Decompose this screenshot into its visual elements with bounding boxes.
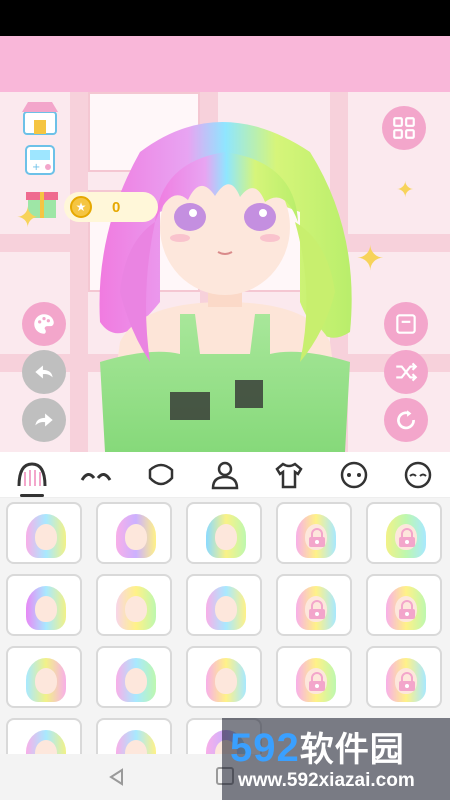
lock-icon — [309, 528, 325, 547]
tab-accessory[interactable] — [398, 457, 438, 493]
redo-arrow-icon — [35, 413, 53, 427]
face-preview — [215, 524, 237, 550]
palette-button[interactable] — [22, 302, 66, 346]
save-icon — [396, 314, 416, 334]
lock-icon — [399, 672, 415, 691]
undo-button[interactable] — [22, 350, 66, 394]
watermark: 592软件园 www.592xiazai.com — [222, 718, 450, 800]
character-stage: ★ 0 + ✦ ✦ ✦ — [0, 92, 450, 452]
reset-icon — [397, 410, 415, 430]
face-preview — [215, 668, 237, 694]
svg-text:+: + — [32, 162, 40, 173]
coin-amount: 0 — [112, 198, 121, 216]
person-icon — [211, 461, 239, 489]
hairstyle-item[interactable] — [186, 646, 262, 708]
tab-eyebrows[interactable] — [76, 457, 116, 493]
face-expression-icon — [340, 461, 367, 488]
hairstyle-item[interactable] — [96, 718, 172, 754]
hairstyle-item[interactable] — [276, 646, 352, 708]
sparkle-icon: ✦ — [396, 178, 415, 203]
tab-face-shape[interactable] — [141, 457, 181, 493]
face-blush-icon — [404, 461, 432, 488]
hairstyle-item[interactable] — [366, 646, 442, 708]
tab-hair[interactable] — [12, 457, 52, 497]
save-button[interactable] — [384, 302, 428, 346]
hairstyle-item[interactable] — [366, 502, 442, 564]
hairstyle-item[interactable] — [96, 646, 172, 708]
eyebrows-icon — [81, 472, 112, 481]
hairstyle-item[interactable] — [6, 574, 82, 636]
gamepad-icon[interactable]: + — [22, 140, 62, 180]
tab-clothes[interactable] — [269, 457, 309, 493]
face-preview — [125, 668, 147, 694]
status-bar — [0, 0, 450, 36]
hairstyle-item[interactable] — [186, 574, 262, 636]
shuffle-icon — [396, 362, 418, 382]
coin-icon: ★ — [70, 196, 92, 218]
sparkle-icon: ✦ — [356, 239, 385, 279]
grid-menu-button[interactable] — [382, 106, 426, 150]
hairstyle-item[interactable] — [186, 502, 262, 564]
lock-icon — [309, 672, 325, 691]
category-tab-bar — [0, 452, 450, 498]
hairstyle-item[interactable] — [366, 574, 442, 636]
watermark-url: www.592xiazai.com — [238, 770, 415, 791]
coin-balance: ★ 0 — [64, 192, 158, 222]
face-preview — [125, 524, 147, 550]
redo-button[interactable] — [22, 398, 66, 442]
face-preview — [35, 596, 57, 622]
face-preview — [215, 596, 237, 622]
face-preview — [35, 668, 57, 694]
top-banner — [0, 36, 450, 92]
face-preview — [35, 524, 57, 550]
watermark-brand: 592软件园 — [230, 722, 405, 771]
hairstyle-item[interactable] — [6, 502, 82, 564]
shop-icon[interactable] — [20, 98, 60, 138]
grid-icon — [393, 117, 415, 139]
hairstyle-item[interactable] — [6, 646, 82, 708]
item-grid — [0, 498, 450, 754]
undo-arrow-icon — [35, 365, 53, 379]
back-triangle-icon[interactable] — [108, 768, 126, 786]
hairstyle-item[interactable] — [276, 502, 352, 564]
lock-icon — [399, 528, 415, 547]
tab-expression[interactable] — [334, 457, 374, 493]
face-shape-icon — [148, 463, 173, 485]
hairstyle-item[interactable] — [6, 718, 82, 754]
hairstyle-item[interactable] — [96, 502, 172, 564]
palette-icon — [34, 314, 54, 334]
shuffle-button[interactable] — [384, 350, 428, 394]
sparkle-icon: ✦ — [16, 201, 40, 234]
tab-body[interactable] — [205, 457, 245, 493]
lock-icon — [399, 600, 415, 619]
hairstyle-item[interactable] — [96, 574, 172, 636]
reset-button[interactable] — [384, 398, 428, 442]
lock-icon — [309, 600, 325, 619]
watermark-brand-number: 592 — [230, 726, 300, 770]
hairstyle-item[interactable] — [276, 574, 352, 636]
watermark-brand-chinese: 软件园 — [299, 731, 405, 769]
shirt-icon — [275, 461, 303, 488]
face-preview — [125, 596, 147, 622]
hair-icon — [17, 461, 47, 486]
